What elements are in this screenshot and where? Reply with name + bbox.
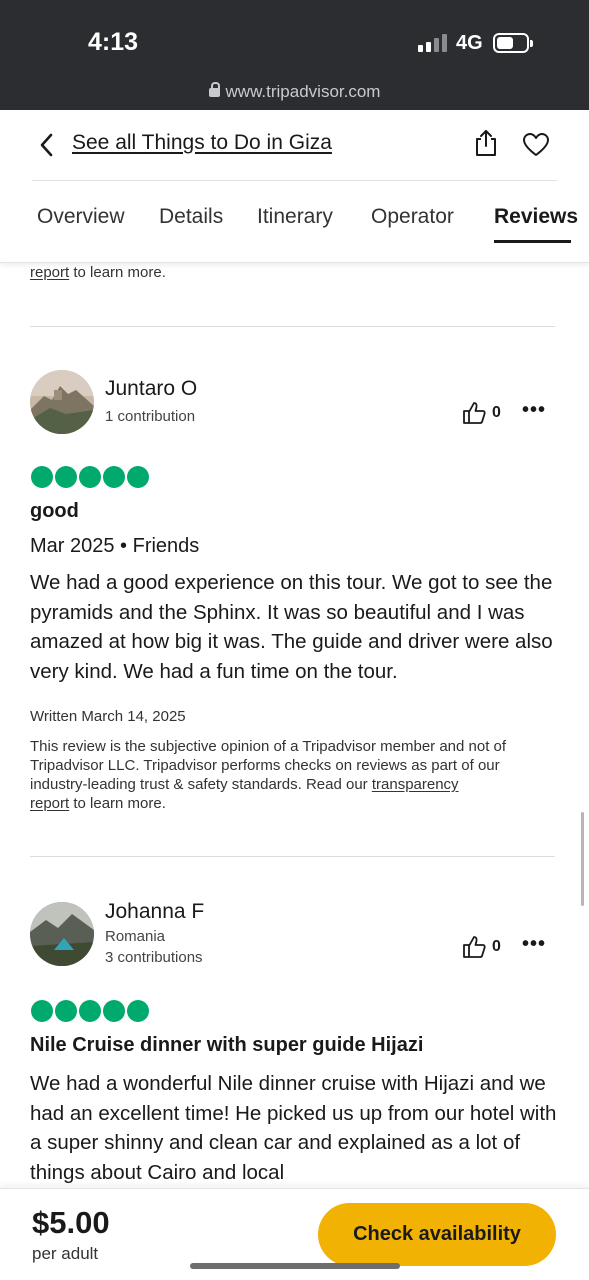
check-availability-button[interactable]: Check availability	[318, 1203, 556, 1266]
scrollbar[interactable]	[581, 812, 584, 906]
avatar[interactable]	[30, 370, 94, 434]
review-body: We had a wonderful Nile dinner cruise wi…	[30, 1072, 557, 1184]
previous-review-tail: report to learn more.	[30, 264, 166, 281]
review-disclaimer: This review is the subjective opinion of…	[30, 738, 507, 812]
tab-bar: Overview Details Itinerary Operator Revi…	[0, 181, 589, 263]
chevron-left-icon[interactable]	[38, 132, 56, 158]
home-indicator[interactable]	[190, 1263, 400, 1269]
review-body: We had a good experience on this tour. W…	[30, 571, 553, 683]
more-options-icon[interactable]: •••	[522, 399, 546, 422]
report-link[interactable]: report	[30, 264, 69, 281]
signal-icon	[418, 34, 448, 52]
tab-reviews[interactable]: Reviews	[494, 205, 578, 229]
reviewer-name[interactable]: Juntaro O	[105, 377, 197, 401]
review-divider	[30, 326, 555, 327]
more-options-icon[interactable]: •••	[522, 933, 546, 956]
avatar[interactable]	[30, 902, 94, 966]
price: $5.00	[32, 1205, 110, 1240]
tab-overview[interactable]: Overview	[37, 205, 125, 229]
review-title: Nile Cruise dinner with super guide Hija…	[30, 1034, 424, 1056]
tab-operator[interactable]: Operator	[371, 205, 454, 229]
price-unit: per adult	[32, 1244, 99, 1263]
report-link[interactable]: report	[30, 795, 69, 812]
contributions: 1 contribution	[105, 408, 196, 425]
url-text: www.tripadvisor.com	[225, 82, 381, 101]
share-icon[interactable]	[472, 128, 500, 158]
network-label: 4G	[456, 32, 483, 54]
thumbs-up-icon[interactable]	[462, 935, 486, 959]
see-all-things-link[interactable]: See all Things to Do in Giza	[72, 131, 332, 155]
helpful-count: 0	[492, 404, 501, 421]
rating-bubbles	[31, 1000, 149, 1022]
reviewer-location: Romania	[105, 928, 166, 945]
battery-icon	[493, 33, 533, 53]
top-nav: See all Things to Do in Giza	[0, 110, 589, 180]
review-title: good	[30, 500, 79, 522]
contributions: 3 contributions	[105, 949, 203, 966]
review-divider	[30, 856, 555, 857]
tab-itinerary[interactable]: Itinerary	[257, 205, 333, 229]
heart-icon[interactable]	[522, 132, 550, 158]
status-time: 4:13	[88, 28, 139, 56]
lock-icon	[208, 82, 220, 97]
reviewer-name[interactable]: Johanna F	[105, 900, 204, 924]
thumbs-up-icon[interactable]	[462, 401, 486, 425]
helpful-count: 0	[492, 938, 501, 955]
active-tab-indicator	[494, 240, 571, 243]
review-date: Mar 2025 • Friends	[30, 535, 200, 557]
transparency-link[interactable]: transparency	[372, 776, 459, 793]
tab-details[interactable]: Details	[159, 205, 223, 229]
address-bar[interactable]: www.tripadvisor.com	[0, 82, 589, 102]
written-date: Written March 14, 2025	[30, 708, 186, 725]
status-bar: 4:13 4G www.tripadvisor.com	[0, 0, 589, 110]
rating-bubbles	[31, 466, 149, 488]
